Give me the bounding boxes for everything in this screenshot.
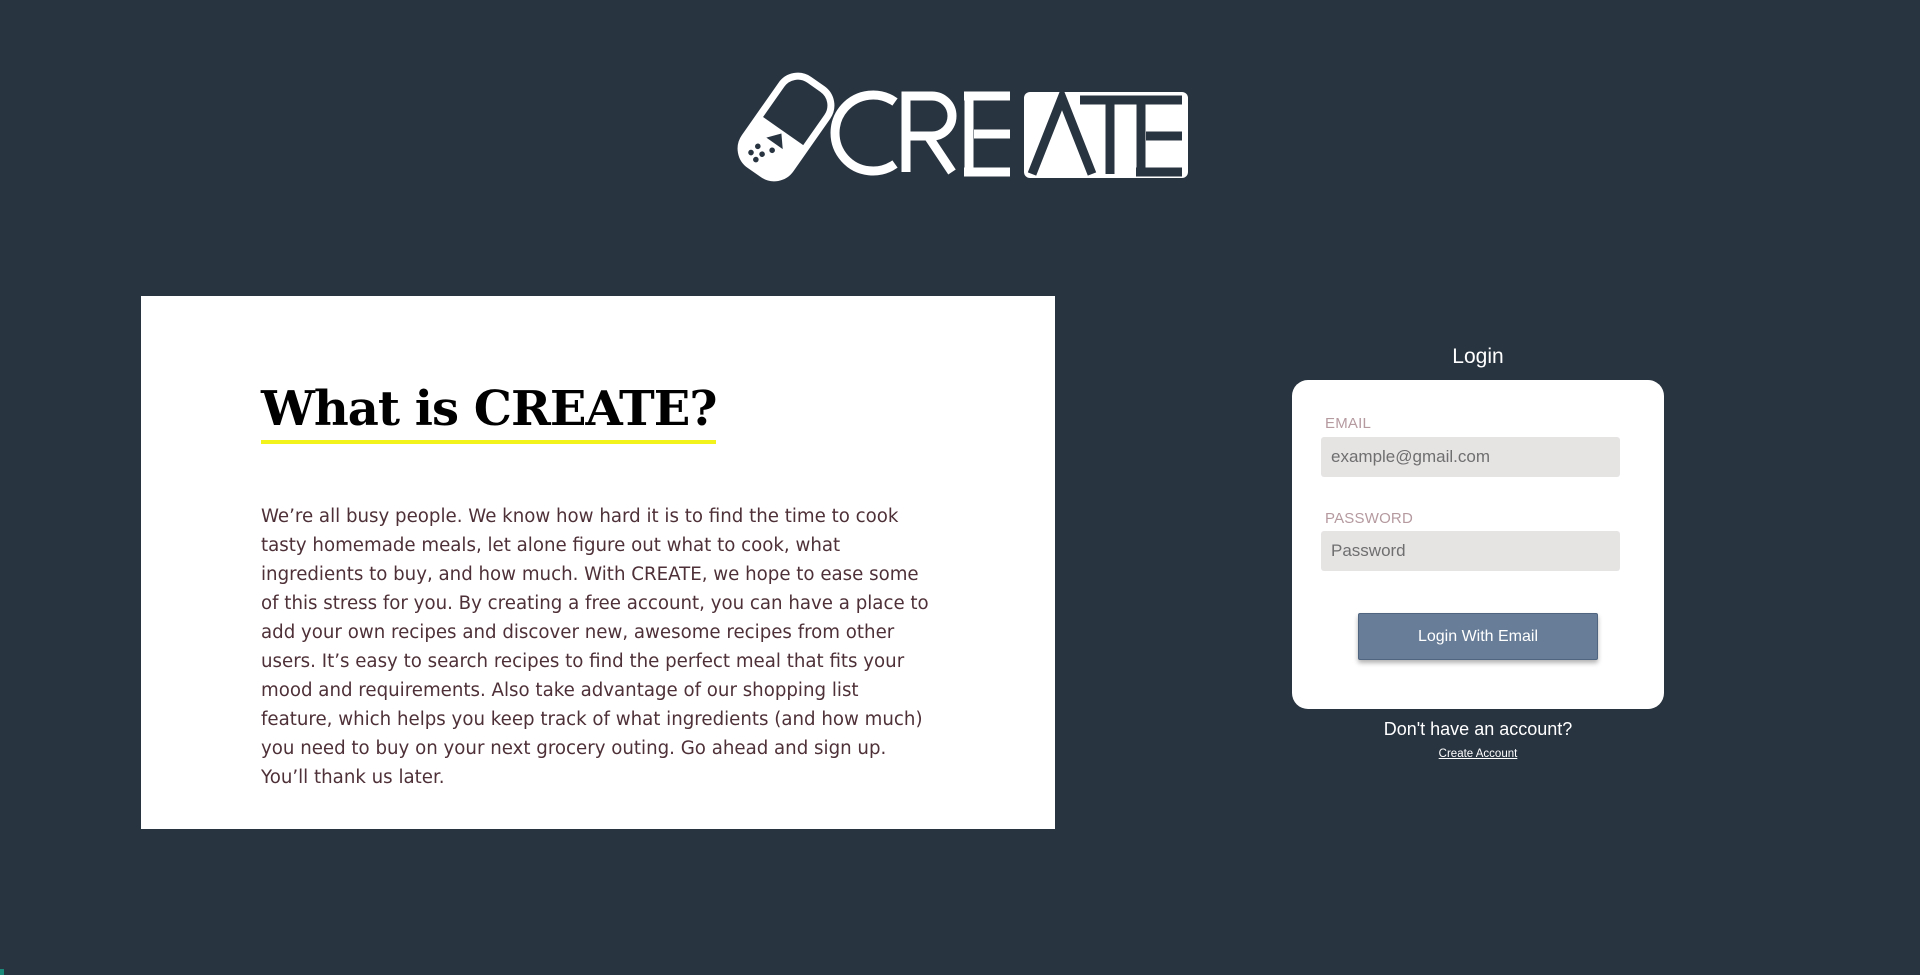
login-with-email-button[interactable]: Login With Email: [1358, 613, 1598, 660]
create-account-link[interactable]: Create Account: [1292, 746, 1664, 762]
signup-prompt: Don't have an account?: [1383, 719, 1573, 739]
email-label: EMAIL: [1325, 415, 1372, 432]
login-heading: Login: [1452, 345, 1504, 368]
password-field[interactable]: [1321, 531, 1620, 571]
about-card: What is CREATE? We’re all busy people. W…: [141, 296, 1055, 829]
login-form: EMAIL PASSWORD Login With Email: [1292, 380, 1664, 709]
login-page: What is CREATE? We’re all busy people. W…: [0, 0, 1920, 975]
about-title: What is CREATE?: [261, 380, 717, 444]
email-field[interactable]: [1321, 437, 1620, 477]
about-description: We’re all busy people. We know how hard …: [261, 506, 929, 788]
corner-strip: [0, 969, 4, 975]
password-label: PASSWORD: [1325, 510, 1413, 527]
create-logo: [732, 72, 1188, 184]
salt-shaker-logo-icon: [737, 72, 1188, 182]
